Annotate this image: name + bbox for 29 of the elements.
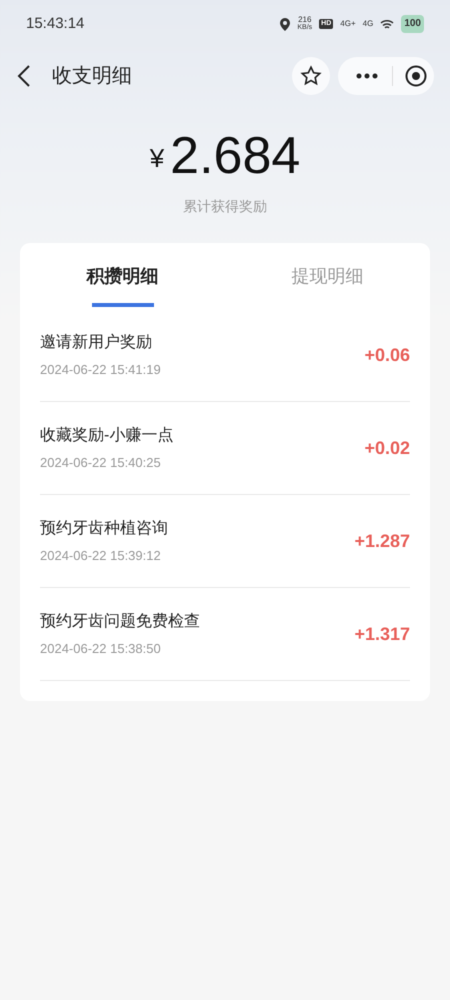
record-amount: +0.06: [364, 344, 410, 366]
signal-label: 4G: [362, 19, 374, 29]
star-icon: [300, 65, 322, 87]
location-icon: [280, 18, 290, 30]
record-title: 收藏奖励-小赚一点: [40, 426, 174, 446]
record-time: 2024-06-22 15:39:12: [40, 546, 162, 565]
record-time: 2024-06-22 15:40:25: [40, 454, 162, 472]
wifi-icon: [380, 18, 394, 30]
total-amount: 2.684: [170, 126, 300, 186]
back-icon[interactable]: [16, 64, 32, 88]
record-amount: +0.02: [364, 436, 410, 460]
record-amount: +1.317: [354, 622, 410, 646]
currency-symbol: ¥: [150, 142, 164, 174]
record-amount: +1.287: [354, 530, 410, 552]
tab[interactable]: 积攒明细: [20, 243, 225, 309]
close-icon[interactable]: [405, 65, 427, 87]
battery-indicator: 100: [401, 15, 424, 33]
record-title: 邀请新用户奖励: [40, 332, 153, 353]
favorite-button[interactable]: [292, 57, 330, 95]
signal-label: 4G+: [340, 19, 356, 29]
total-caption: 累计获得奖励: [183, 197, 267, 216]
page-title: 收支明细: [52, 64, 132, 89]
record-title: 预约牙齿种植咨询: [40, 518, 169, 539]
record-time: 2024-06-22 15:38:50: [40, 640, 162, 658]
record-time: 2024-06-22 15:41:19: [40, 360, 162, 379]
network-speed: 216: [298, 16, 312, 24]
more-icon[interactable]: [356, 73, 378, 79]
record-title: 预约牙齿问题免费检查: [40, 612, 201, 632]
status-time: 15:43:14: [26, 14, 84, 34]
